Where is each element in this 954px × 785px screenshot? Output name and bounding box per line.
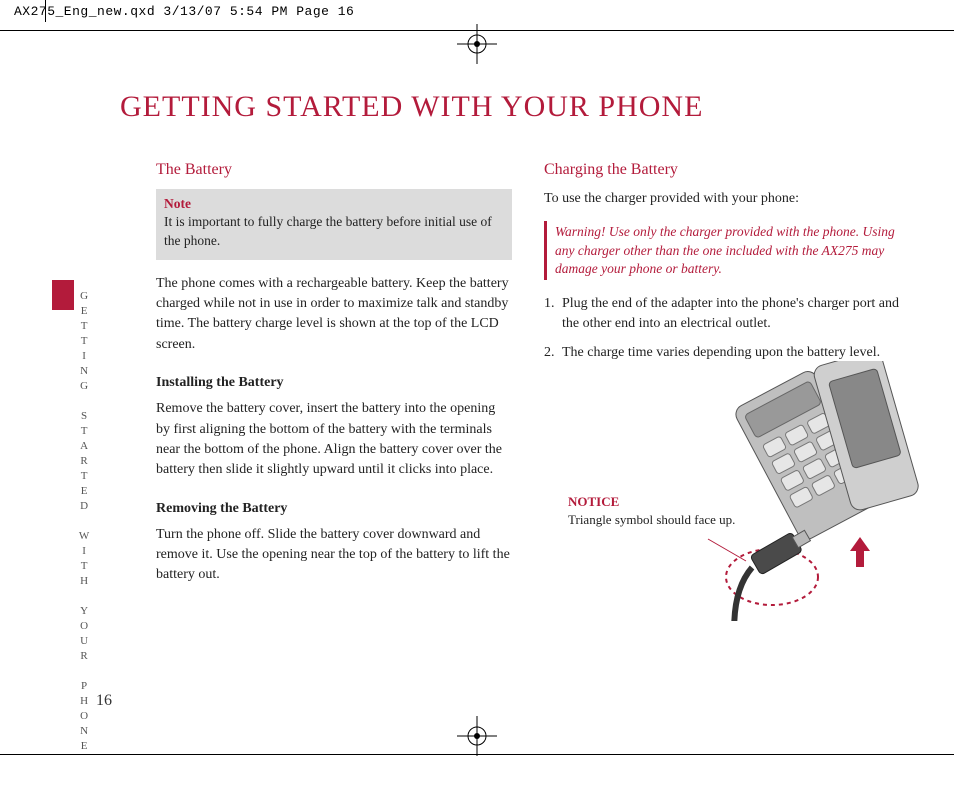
page-body: GETTING STARTED WITH YOUR PHONE The Batt… bbox=[70, 70, 900, 725]
section-heading-battery: The Battery bbox=[156, 158, 512, 181]
warning-block: Warning! Use only the charger provided w… bbox=[544, 221, 900, 280]
arrow-up-icon bbox=[850, 537, 870, 567]
notice-body: Triangle symbol should face up. bbox=[568, 511, 735, 529]
charging-intro: To use the charger provided with your ph… bbox=[544, 189, 900, 209]
registration-mark-top bbox=[457, 24, 497, 69]
battery-intro: The phone comes with a rechargeable batt… bbox=[156, 274, 512, 355]
note-body: It is important to fully charge the batt… bbox=[164, 214, 492, 247]
column-left: The Battery Note It is important to full… bbox=[156, 158, 512, 611]
phone-illustration: NOTICE Triangle symbol should face up. bbox=[544, 371, 900, 611]
step-number-1: 1. bbox=[544, 294, 562, 335]
notice-block: NOTICE Triangle symbol should face up. bbox=[568, 493, 735, 528]
note-box: Note It is important to fully charge the… bbox=[156, 189, 512, 260]
notice-label: NOTICE bbox=[568, 493, 735, 511]
subhead-installing: Installing the Battery bbox=[156, 373, 512, 393]
column-right: Charging the Battery To use the charger … bbox=[544, 158, 900, 611]
crop-tick bbox=[45, 0, 46, 22]
page-title: GETTING STARTED WITH YOUR PHONE bbox=[120, 90, 900, 124]
charger-plug-icon bbox=[707, 526, 830, 621]
step-2-text: The charge time varies depending upon th… bbox=[562, 343, 880, 363]
installing-body: Remove the battery cover, insert the bat… bbox=[156, 399, 512, 480]
print-slug: AX275_Eng_new.qxd 3/13/07 5:54 PM Page 1… bbox=[14, 4, 354, 19]
removing-body: Turn the phone off. Slide the battery co… bbox=[156, 525, 512, 586]
flip-phone-icon bbox=[650, 361, 930, 621]
subhead-removing: Removing the Battery bbox=[156, 499, 512, 519]
step-number-2: 2. bbox=[544, 343, 562, 363]
step-1-text: Plug the end of the adapter into the pho… bbox=[562, 294, 900, 335]
note-label: Note bbox=[164, 195, 504, 213]
section-heading-charging: Charging the Battery bbox=[544, 158, 900, 181]
